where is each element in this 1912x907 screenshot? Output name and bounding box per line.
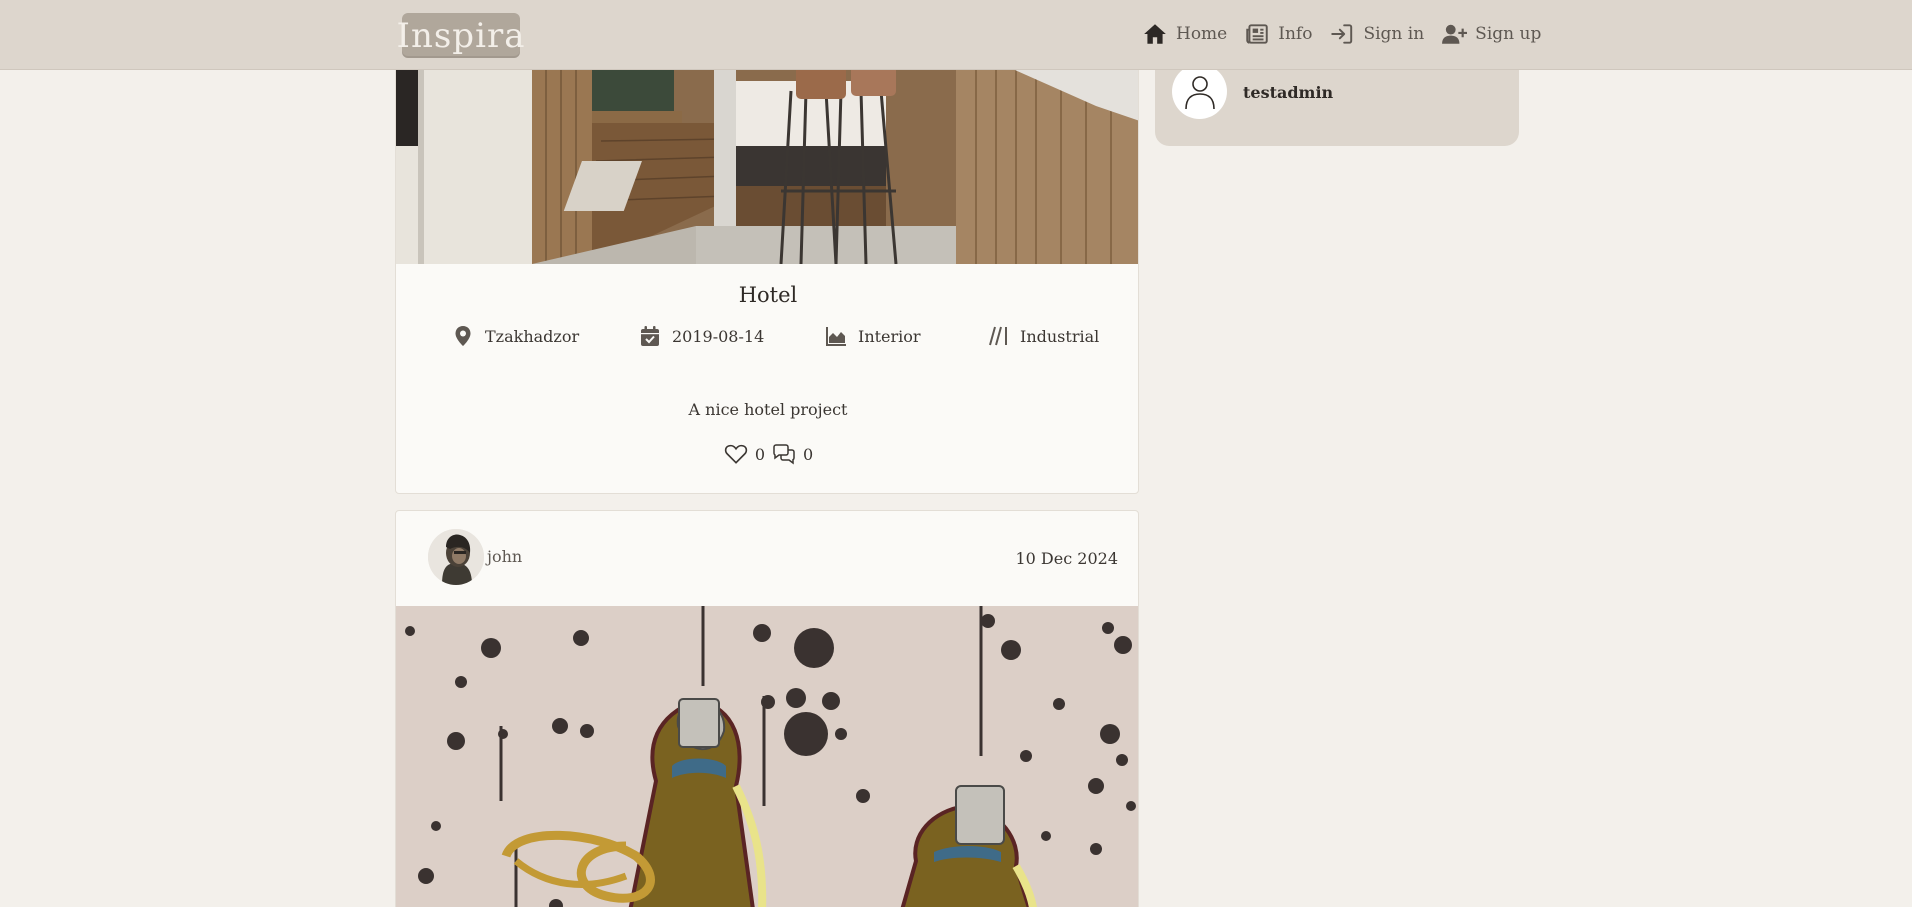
- post-image[interactable]: [396, 606, 1138, 907]
- like-button[interactable]: 0: [723, 441, 765, 467]
- post-description: A nice hotel project: [688, 400, 848, 419]
- nav-signin-link[interactable]: Sign in: [1329, 21, 1424, 47]
- area-chart-icon: [826, 327, 846, 346]
- post-image[interactable]: [396, 51, 1138, 264]
- newspaper-icon: [1246, 24, 1268, 44]
- nav-signup-label: Sign up: [1475, 24, 1542, 44]
- nav-home-link[interactable]: Home: [1142, 21, 1227, 47]
- post-date: 10 Dec 2024: [1015, 549, 1118, 568]
- comment-button[interactable]: 0: [771, 441, 813, 467]
- nav-home-label: Home: [1176, 24, 1228, 44]
- nav-info-link[interactable]: Info: [1244, 21, 1312, 47]
- home-icon: [1144, 24, 1166, 44]
- post-card: john 10 Dec 2024: [395, 510, 1139, 907]
- meta-category: Interior: [824, 324, 921, 348]
- comment-count: 0: [803, 444, 814, 464]
- sidebar-username[interactable]: testadmin: [1243, 83, 1333, 102]
- logo[interactable]: Inspira: [397, 13, 524, 58]
- meta-date: 2019-08-14: [638, 324, 764, 348]
- location-pin-icon: [455, 326, 471, 346]
- meta-category-text: Interior: [858, 326, 921, 346]
- meta-style-text: Industrial: [1020, 326, 1100, 346]
- navbar: Inspira Home Info Sign in Sign up: [0, 0, 1912, 70]
- meta-style: Industrial: [986, 324, 1099, 348]
- author-avatar[interactable]: [428, 529, 484, 585]
- user-icon: [1184, 75, 1215, 109]
- meta-date-text: 2019-08-14: [672, 326, 765, 346]
- post-stats: 0 0: [396, 441, 1138, 467]
- comments-icon: [773, 444, 795, 465]
- nav-signup-link[interactable]: Sign up: [1441, 21, 1541, 47]
- post-card: Hotel Tzakhadzor 2019-08-14 Interior Ind…: [395, 50, 1139, 494]
- nav-links: Home Info Sign in Sign up: [1142, 20, 1541, 48]
- slashes-icon: [989, 326, 1007, 346]
- post-title[interactable]: Hotel: [396, 283, 1138, 307]
- like-count: 0: [754, 444, 765, 464]
- heart-icon: [724, 444, 747, 464]
- calendar-check-icon: [641, 326, 659, 346]
- avatar[interactable]: [1172, 64, 1227, 119]
- author-name[interactable]: john: [487, 547, 522, 566]
- user-plus-icon: [1442, 24, 1468, 44]
- sign-in-icon: [1331, 24, 1353, 44]
- nav-info-label: Info: [1278, 24, 1313, 44]
- nav-signin-label: Sign in: [1363, 24, 1425, 44]
- meta-location-text: Tzakhadzor: [485, 326, 580, 346]
- post-meta: Tzakhadzor 2019-08-14 Interior Industria…: [396, 324, 1138, 350]
- meta-location: Tzakhadzor: [451, 324, 579, 348]
